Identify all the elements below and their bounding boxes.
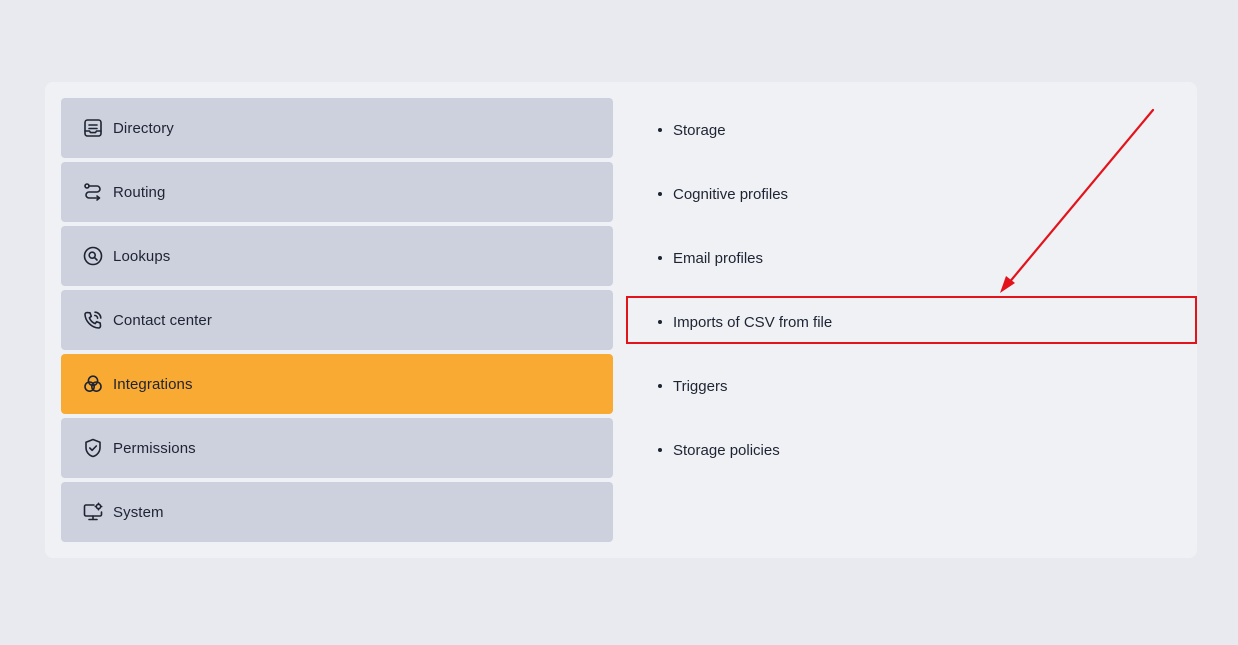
sidebar-item-directory[interactable]: Directory [61,98,613,158]
bullet-icon [658,256,662,260]
bullet-icon [658,320,662,324]
submenu-item-storage[interactable]: Storage [627,98,1197,162]
submenu-list: Storage Cognitive profiles Email profile… [627,98,1197,482]
sidebar-menu: Directory Routing Lookups Contact center… [61,98,613,546]
sidebar-item-permissions[interactable]: Permissions [61,418,613,478]
sidebar-item-contact-center[interactable]: Contact center [61,290,613,350]
submenu-item-triggers[interactable]: Triggers [627,354,1197,418]
submenu-item-label: Storage policies [673,441,780,459]
sidebar-item-label: Permissions [113,439,196,457]
sidebar-item-label: Routing [113,183,166,201]
sidebar-item-lookups[interactable]: Lookups [61,226,613,286]
sidebar-item-label: Integrations [113,375,193,393]
sidebar-item-integrations[interactable]: Integrations [61,354,613,414]
sidebar-item-system[interactable]: System [61,482,613,542]
permissions-icon [82,437,104,459]
bullet-icon [658,448,662,452]
integrations-icon [82,373,104,395]
sidebar-item-routing[interactable]: Routing [61,162,613,222]
submenu-item-cognitive-profiles[interactable]: Cognitive profiles [627,162,1197,226]
routing-icon [82,181,104,203]
bullet-icon [658,384,662,388]
system-icon [82,501,104,523]
submenu-item-label: Imports of CSV from file [673,313,833,331]
submenu-item-label: Storage [673,121,726,139]
sidebar-item-label: Directory [113,119,174,137]
admin-menu-panel: Directory Routing Lookups Contact center… [45,82,1197,558]
directory-icon [82,117,104,139]
submenu-item-label: Triggers [673,377,728,395]
submenu-item-storage-policies[interactable]: Storage policies [627,418,1197,482]
contact-center-icon [82,309,104,331]
submenu-item-email-profiles[interactable]: Email profiles [627,226,1197,290]
submenu-item-imports-of-csv[interactable]: Imports of CSV from file [627,290,1197,354]
submenu-item-label: Cognitive profiles [673,185,789,203]
bullet-icon [658,192,662,196]
sidebar-item-label: Contact center [113,311,212,329]
submenu-item-label: Email profiles [673,249,764,267]
bullet-icon [658,128,662,132]
sidebar-item-label: Lookups [113,247,171,265]
sidebar-item-label: System [113,503,164,521]
lookups-icon [82,245,104,267]
